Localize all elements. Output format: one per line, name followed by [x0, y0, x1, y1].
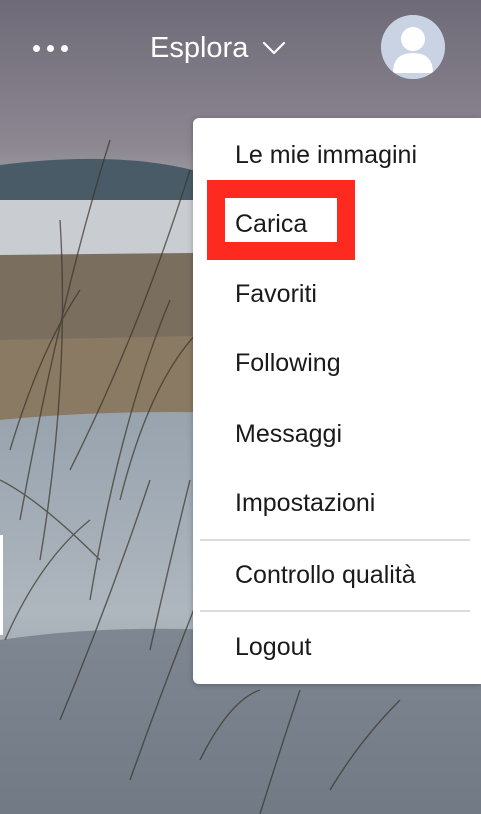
explore-label: Esplora	[150, 31, 249, 64]
user-avatar-button[interactable]	[381, 15, 445, 79]
menu-divider	[200, 610, 470, 612]
menu-item-following[interactable]: Following	[235, 348, 341, 378]
menu-item-logout[interactable]: Logout	[235, 632, 311, 662]
menu-item-quality-control[interactable]: Controllo qualità	[235, 560, 416, 590]
user-avatar-icon	[381, 15, 445, 79]
top-bar: Esplora	[0, 0, 481, 96]
menu-divider	[200, 539, 470, 541]
menu-item-upload[interactable]: Carica	[235, 209, 307, 239]
more-dots-icon	[33, 44, 40, 52]
menu-item-messages[interactable]: Messaggi	[235, 419, 342, 449]
menu-item-settings[interactable]: Impostazioni	[235, 488, 375, 518]
chevron-down-icon	[263, 41, 286, 55]
menu-item-favorites[interactable]: Favoriti	[235, 279, 317, 309]
more-options-button[interactable]	[33, 42, 73, 54]
menu-item-my-images[interactable]: Le mie immagini	[235, 140, 417, 170]
user-dropdown-menu: Le mie immagini Carica Favoriti Followin…	[193, 118, 481, 684]
left-panel-edge	[0, 535, 3, 635]
explore-dropdown[interactable]: Esplora	[150, 30, 286, 66]
